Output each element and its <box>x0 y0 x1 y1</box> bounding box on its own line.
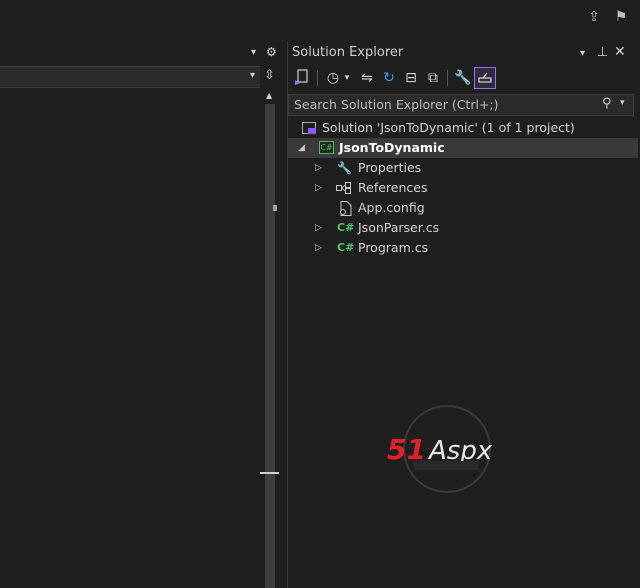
collapsed-arrow-icon[interactable]: ▷ <box>315 238 322 258</box>
csharp-project-icon: C# <box>319 141 334 154</box>
tree-item-label: App.config <box>358 200 425 215</box>
show-all-files-icon[interactable]: ⧉ <box>423 68 443 88</box>
preview-selected-items-icon[interactable] <box>474 67 496 89</box>
tree-item-label: References <box>358 180 428 195</box>
feedback-icon[interactable]: ⚑ <box>612 8 630 26</box>
tree-item-label: Properties <box>358 160 422 175</box>
solution-icon <box>302 122 316 134</box>
toolbar-separator <box>447 70 448 86</box>
search-placeholder: Search Solution Explorer (Ctrl+;) <box>294 97 499 112</box>
filter-dropdown-icon[interactable]: ▾ <box>341 68 353 88</box>
scroll-position-indicator <box>260 472 279 474</box>
split-editor-icon[interactable]: ⇳ <box>264 68 275 83</box>
share-icon[interactable]: ⇪ <box>585 8 603 26</box>
collapsed-arrow-icon[interactable]: ▷ <box>315 158 322 178</box>
gear-icon[interactable]: ⚙ <box>266 45 277 59</box>
solution-label: Solution 'JsonToDynamic' (1 of 1 project… <box>322 120 575 135</box>
tree-item-label: JsonParser.cs <box>358 220 440 235</box>
references-icon <box>336 182 352 197</box>
search-options-dropdown-icon[interactable]: ▾ <box>620 98 625 108</box>
config-file-icon <box>338 201 352 219</box>
csharp-file-icon: C# <box>337 221 355 234</box>
toolbar-separator <box>317 70 318 86</box>
navigation-dropdown-chevron-icon[interactable]: ▾ <box>250 70 255 81</box>
editor-area[interactable] <box>0 42 287 588</box>
project-label: JsonToDynamic <box>339 140 445 155</box>
csharp-file-icon: C# <box>337 241 355 254</box>
properties-wrench-icon[interactable]: 🔧 <box>453 68 473 88</box>
watermark-logo: 51 Aspx <box>385 405 515 495</box>
tree-item-label: Program.cs <box>358 240 429 255</box>
collapsed-arrow-icon[interactable]: ▷ <box>315 218 322 238</box>
search-icon[interactable]: ⚲ <box>602 96 612 111</box>
scroll-marker <box>273 205 277 211</box>
editor-scrollbar-thumb[interactable] <box>265 104 275 588</box>
switch-views-icon[interactable] <box>291 68 311 88</box>
wrench-icon: 🔧 <box>337 161 352 175</box>
top-bar <box>0 0 640 42</box>
expanded-arrow-icon[interactable]: ◢ <box>298 138 305 158</box>
collapsed-arrow-icon[interactable]: ▷ <box>315 178 322 198</box>
panel-options-icon[interactable]: ▾ <box>580 48 585 59</box>
scroll-up-icon[interactable]: ▲ <box>266 91 272 100</box>
close-icon[interactable]: ✕ <box>614 44 626 60</box>
dropdown-arrow-icon[interactable]: ▾ <box>251 47 256 58</box>
pending-changes-filter-icon[interactable]: ◷ <box>323 68 343 88</box>
refresh-icon[interactable]: ↻ <box>379 68 399 88</box>
sync-with-document-icon[interactable]: ⇋ <box>357 68 377 88</box>
navigation-dropdown[interactable] <box>0 66 260 88</box>
pin-icon[interactable]: ⊥ <box>597 45 608 60</box>
collapse-all-icon[interactable]: ⊟ <box>401 68 421 88</box>
panel-title: Solution Explorer <box>292 45 404 60</box>
